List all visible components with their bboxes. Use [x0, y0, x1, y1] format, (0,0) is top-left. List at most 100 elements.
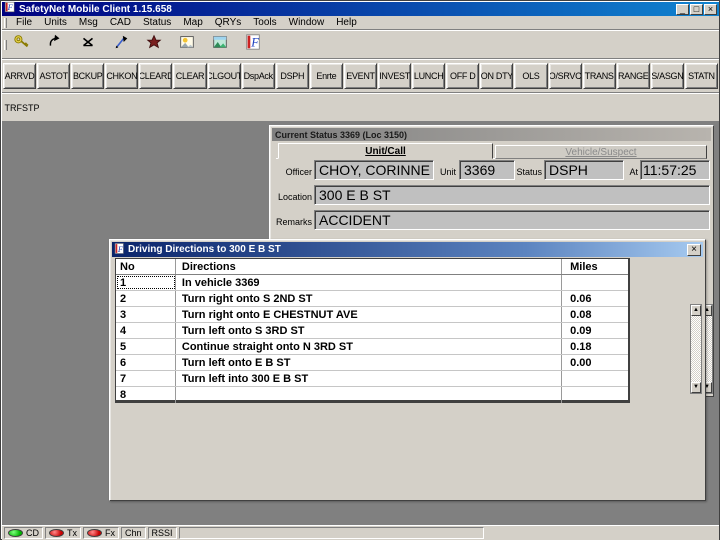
- toolbar-undo-button[interactable]: [43, 34, 67, 56]
- toolbar-key-button[interactable]: [10, 34, 34, 56]
- directions-row[interactable]: 3 Turn right onto E CHESTNUT AVE 0.08: [116, 307, 628, 323]
- status-button-cleard[interactable]: CLEARD: [139, 63, 173, 89]
- status-button-trans[interactable]: TRANS: [582, 63, 616, 89]
- status-button-on-dty[interactable]: ON DTY: [480, 63, 514, 89]
- status-button-trfstp[interactable]: TRFSTP: [4, 96, 40, 119]
- status-button-s-asgn[interactable]: S/ASGN: [650, 63, 684, 89]
- fx-label: Fx: [105, 528, 115, 538]
- safetynet-logo-icon: F: [244, 33, 262, 56]
- unit-field[interactable]: 3369: [459, 160, 515, 180]
- remarks-label: Remarks: [275, 217, 312, 227]
- directions-row[interactable]: 7 Turn left into 300 E B ST: [116, 371, 628, 387]
- key-icon: [13, 33, 31, 56]
- delete-x-icon: [79, 33, 97, 56]
- app-window: F SafetyNet Mobile Client 1.15.658 _ □ ×…: [0, 0, 720, 540]
- app-titlebar[interactable]: F SafetyNet Mobile Client 1.15.658 _ □ ×: [2, 1, 719, 16]
- fx-led-icon: [87, 529, 102, 537]
- undo-arrow-icon: [46, 33, 64, 56]
- menu-item-units[interactable]: Units: [38, 16, 73, 29]
- cd-label: CD: [26, 528, 39, 538]
- directions-row[interactable]: 4 Turn left onto S 3RD ST 0.09: [116, 323, 628, 339]
- status-button-dspack[interactable]: DspAck: [241, 63, 275, 89]
- time-field[interactable]: 11:57:25: [640, 160, 710, 180]
- status-button-event[interactable]: EVENT: [343, 63, 378, 89]
- status-button-clear[interactable]: CLEAR: [173, 63, 207, 89]
- menu-item-help[interactable]: Help: [330, 16, 363, 29]
- status-button-row-2: TRFSTP: [2, 94, 719, 121]
- location-field[interactable]: 300 E B ST: [314, 185, 710, 205]
- menu-item-msg[interactable]: Msg: [73, 16, 104, 29]
- status-tabstrip: Unit/Call Vehicle/Suspect: [276, 142, 707, 159]
- status-button-o-srvc[interactable]: O/SRVC: [548, 63, 582, 89]
- status-button-lunch[interactable]: LUNCH: [412, 63, 446, 89]
- close-button[interactable]: ×: [704, 3, 717, 15]
- status-button-enrte[interactable]: Enrte: [309, 63, 343, 89]
- menu-item-qrys[interactable]: QRYs: [209, 16, 248, 29]
- driving-directions-titlebar[interactable]: F Driving Directions to 300 E B ST ×: [112, 242, 703, 257]
- status-label: Status: [516, 167, 542, 177]
- menu-item-status[interactable]: Status: [137, 16, 177, 29]
- statusbar-empty-section: [178, 527, 484, 539]
- tab-unit-call[interactable]: Unit/Call: [278, 143, 493, 159]
- status-button-astot[interactable]: ASTOT: [37, 63, 71, 89]
- status-button-invest[interactable]: INVEST: [378, 63, 412, 89]
- maximize-button[interactable]: □: [690, 3, 703, 15]
- menubar-grip[interactable]: [4, 17, 7, 28]
- current-status-title: Current Status 3369 (Loc 3150): [275, 129, 408, 140]
- status-button-ols[interactable]: OLS: [514, 63, 548, 89]
- menu-item-cad[interactable]: CAD: [104, 16, 137, 29]
- status-field[interactable]: DSPH: [544, 160, 624, 180]
- dialog-close-button[interactable]: ×: [687, 243, 701, 256]
- directions-row[interactable]: 6 Turn left onto E B ST 0.00: [116, 355, 628, 371]
- minimize-button[interactable]: _: [676, 3, 689, 15]
- cd-led-icon: [8, 529, 23, 537]
- remarks-field[interactable]: ACCIDENT: [314, 210, 710, 230]
- svg-text:F: F: [7, 3, 14, 12]
- scroll-down-button[interactable]: ▼: [691, 382, 701, 393]
- dialog-vertical-scrollbar[interactable]: ▲ ▼: [690, 304, 702, 394]
- toolbar-badge-button[interactable]: [142, 34, 166, 56]
- status-button-bckup[interactable]: BCKUP: [71, 63, 105, 89]
- toolbar-logo-button[interactable]: F: [241, 34, 265, 56]
- menu-item-map[interactable]: Map: [177, 16, 208, 29]
- directions-row[interactable]: 1 In vehicle 3369: [116, 275, 628, 291]
- directions-row[interactable]: 8: [116, 387, 628, 403]
- statusbar-fx-section: Fx: [83, 527, 119, 539]
- badge-icon: [145, 33, 163, 56]
- at-label: At: [629, 167, 638, 177]
- toolbar-send-button[interactable]: [109, 34, 133, 56]
- status-button-dsph[interactable]: DSPH: [275, 63, 309, 89]
- rssi-label: RSSI: [151, 528, 173, 538]
- svg-text:F: F: [250, 36, 259, 50]
- officer-field[interactable]: CHOY, CORINNE: [314, 160, 434, 180]
- toolbar-grip[interactable]: [4, 39, 7, 50]
- status-button-range[interactable]: RANGE: [616, 63, 650, 89]
- status-button-off-d[interactable]: OFF D: [446, 63, 480, 89]
- status-button-chkon[interactable]: CHKON: [105, 63, 139, 89]
- toolbar-map-button[interactable]: [208, 34, 232, 56]
- tx-label: Tx: [67, 528, 77, 538]
- directions-row[interactable]: 2 Turn right onto S 2ND ST 0.06: [116, 291, 628, 307]
- dialog-title: Driving Directions to 300 E B ST: [128, 244, 281, 255]
- current-status-titlebar[interactable]: Current Status 3369 (Loc 3150): [272, 128, 711, 141]
- status-button-row: ARRVD ASTOT BCKUP CHKON CLEARD CLEAR CLG…: [2, 60, 719, 93]
- dialog-icon: F: [114, 241, 125, 259]
- menu-item-tools[interactable]: Tools: [247, 16, 282, 29]
- directions-row[interactable]: 5 Continue straight onto N 3RD ST 0.18: [116, 339, 628, 355]
- tab-vehicle-suspect[interactable]: Vehicle/Suspect: [495, 145, 707, 159]
- status-button-arrvd[interactable]: ARRVD: [3, 63, 37, 89]
- menubar: File Units Msg CAD Status Map QRYs Tools…: [2, 16, 719, 30]
- svg-text:F: F: [117, 244, 124, 253]
- toolbar-map-day-button[interactable]: [175, 34, 199, 56]
- status-button-statn[interactable]: STATN: [684, 63, 718, 89]
- statusbar-rssi-section: RSSI: [147, 527, 177, 539]
- unit-label: Unit: [439, 167, 456, 177]
- statusbar-cd-section: CD: [4, 527, 43, 539]
- directions-table: No Directions Miles 1 In vehicle 3369 2 …: [115, 258, 630, 403]
- menu-item-window[interactable]: Window: [283, 16, 331, 29]
- status-button-clgout[interactable]: CLGOUT: [207, 63, 241, 89]
- column-header-directions: Directions: [176, 259, 563, 274]
- menu-item-file[interactable]: File: [10, 16, 38, 29]
- scroll-up-button[interactable]: ▲: [691, 305, 701, 316]
- toolbar-delete-button[interactable]: [76, 34, 100, 56]
